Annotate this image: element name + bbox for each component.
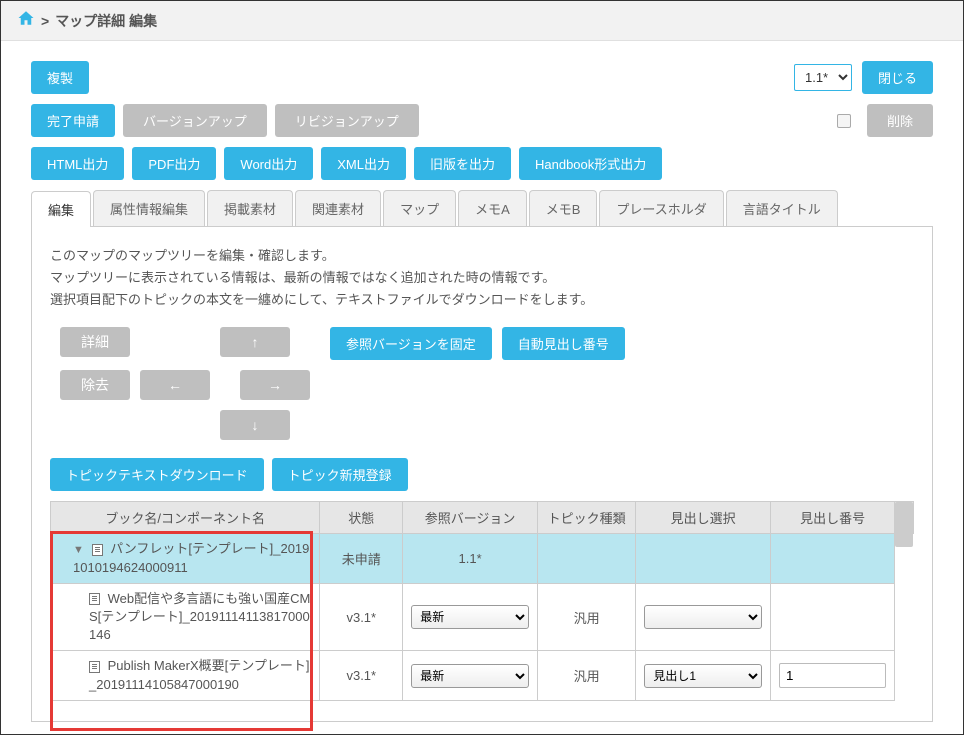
- th-heading-num[interactable]: 見出し番号: [770, 502, 894, 534]
- ref-version-select[interactable]: 最新: [411, 605, 529, 629]
- duplicate-button[interactable]: 複製: [31, 61, 89, 94]
- complete-request-button[interactable]: 完了申請: [31, 104, 115, 137]
- page-icon: [89, 593, 100, 605]
- th-name[interactable]: ブック名/コンポーネント名: [51, 502, 320, 534]
- panel-desc-3: 選択項目配下のトピックの本文を一纏めにして、テキストファイルでダウンロードをしま…: [50, 289, 914, 311]
- heading-select[interactable]: 見出し1: [644, 664, 762, 688]
- row-status: v3.1*: [320, 583, 403, 651]
- row-heading-sel: [636, 534, 771, 584]
- topic-new-register-button[interactable]: トピック新規登録: [272, 458, 408, 491]
- th-heading-sel[interactable]: 見出し選択: [636, 502, 771, 534]
- html-output-button[interactable]: HTML出力: [31, 147, 124, 180]
- th-topic-type[interactable]: トピック種類: [537, 502, 635, 534]
- tab-posted-materials[interactable]: 掲載素材: [207, 190, 293, 226]
- word-output-button[interactable]: Word出力: [224, 147, 313, 180]
- topic-text-download-button[interactable]: トピックテキストダウンロード: [50, 458, 264, 491]
- home-icon[interactable]: [17, 9, 35, 32]
- row-ref-version: 1.1*: [403, 534, 538, 584]
- row-name: Publish MakerX概要[テンプレート]_201911141058470…: [89, 658, 310, 691]
- panel-desc-2: マップツリーに表示されている情報は、最新の情報ではなく追加された時の情報です。: [50, 267, 914, 289]
- scrollbar[interactable]: [895, 502, 914, 534]
- tab-attribute-edit[interactable]: 属性情報編集: [93, 190, 205, 226]
- tab-memo-b[interactable]: メモB: [529, 190, 598, 226]
- row-heading-num: [770, 534, 894, 584]
- breadcrumb-separator: >: [41, 13, 49, 29]
- auto-heading-button[interactable]: 自動見出し番号: [502, 327, 625, 360]
- panel-desc-1: このマップのマップツリーを編集・確認します。: [50, 245, 914, 267]
- heading-num-input[interactable]: [779, 663, 886, 688]
- version-up-button[interactable]: バージョンアップ: [123, 104, 267, 137]
- tree-table: ブック名/コンポーネント名 状態 参照バージョン トピック種類 見出し選択 見出…: [50, 501, 914, 701]
- tab-placeholder[interactable]: プレースホルダ: [599, 190, 723, 226]
- remove-button[interactable]: 除去: [60, 370, 130, 400]
- ref-version-select[interactable]: 最新: [411, 664, 529, 688]
- row-heading-num: [770, 583, 894, 651]
- version-select[interactable]: 1.1*: [794, 64, 852, 91]
- row-topic-type: 汎用: [537, 651, 635, 700]
- breadcrumb-bar: > マップ詳細 編集: [1, 1, 963, 41]
- move-down-button[interactable]: ↓: [220, 410, 290, 440]
- th-ref-version[interactable]: 参照バージョン: [403, 502, 538, 534]
- collapse-icon[interactable]: ▼: [73, 544, 84, 556]
- heading-select[interactable]: [644, 605, 762, 629]
- delete-button[interactable]: 削除: [867, 104, 933, 137]
- table-row[interactable]: Publish MakerX概要[テンプレート]_201911141058470…: [51, 651, 914, 700]
- pdf-output-button[interactable]: PDF出力: [132, 147, 216, 180]
- delete-checkbox[interactable]: [837, 114, 851, 128]
- page-icon: [89, 661, 100, 673]
- tab-map[interactable]: マップ: [383, 190, 456, 226]
- xml-output-button[interactable]: XML出力: [321, 147, 406, 180]
- row-name: パンフレット[テンプレート]_20191010194624000911: [73, 541, 309, 574]
- tab-memo-a[interactable]: メモA: [458, 190, 527, 226]
- th-status[interactable]: 状態: [320, 502, 403, 534]
- tabs: 編集 属性情報編集 掲載素材 関連素材 マップ メモA メモB プレースホルダ …: [31, 190, 933, 227]
- tab-lang-title[interactable]: 言語タイトル: [726, 190, 838, 226]
- move-up-button[interactable]: ↑: [220, 327, 290, 357]
- tab-related-materials[interactable]: 関連素材: [295, 190, 381, 226]
- row-name: Web配信や多言語にも強い国産CMS[テンプレート]_2019111411381…: [89, 591, 310, 642]
- oldversion-output-button[interactable]: 旧版を出力: [414, 147, 511, 180]
- detail-button[interactable]: 詳細: [60, 327, 130, 357]
- table-row[interactable]: ▼ パンフレット[テンプレート]_20191010194624000911 未申…: [51, 534, 914, 584]
- handbook-output-button[interactable]: Handbook形式出力: [519, 147, 662, 180]
- table-row[interactable]: Web配信や多言語にも強い国産CMS[テンプレート]_2019111411381…: [51, 583, 914, 651]
- row-status: 未申請: [320, 534, 403, 584]
- move-right-button[interactable]: →: [240, 370, 310, 400]
- fix-ref-version-button[interactable]: 参照バージョンを固定: [330, 327, 492, 360]
- revision-up-button[interactable]: リビジョンアップ: [275, 104, 419, 137]
- tab-edit[interactable]: 編集: [31, 191, 91, 227]
- breadcrumb-title: マップ詳細 編集: [55, 11, 157, 31]
- edit-panel: このマップのマップツリーを編集・確認します。 マップツリーに表示されている情報は…: [31, 227, 933, 722]
- close-button[interactable]: 閉じる: [862, 61, 933, 94]
- row-status: v3.1*: [320, 651, 403, 700]
- row-topic-type: [537, 534, 635, 584]
- move-left-button[interactable]: ←: [140, 370, 210, 400]
- page-icon: [92, 544, 103, 556]
- row-topic-type: 汎用: [537, 583, 635, 651]
